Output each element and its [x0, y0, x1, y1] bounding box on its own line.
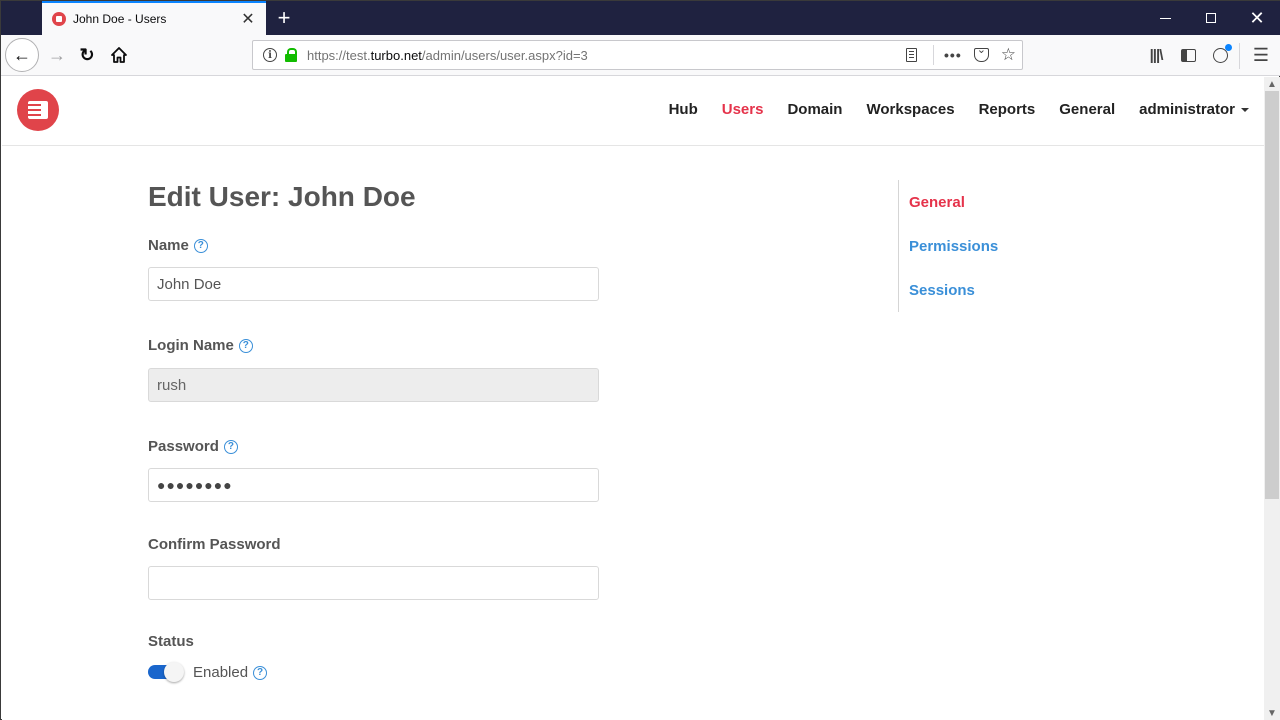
reader-view-icon[interactable] — [901, 45, 921, 65]
arrow-right-icon: → — [48, 44, 66, 65]
name-label: Name ? — [148, 237, 208, 254]
tab-strip: John Doe - Users ✕ + ✕ — [1, 1, 1280, 35]
password-label: Password ? — [148, 438, 238, 455]
toolbar-divider — [1239, 43, 1240, 69]
tab-title: John Doe - Users — [73, 12, 167, 26]
nav-users[interactable]: Users — [722, 101, 764, 118]
logo-icon[interactable] — [17, 89, 59, 131]
nav-hub[interactable]: Hub — [669, 101, 698, 118]
minimize-icon — [1159, 17, 1171, 19]
main-nav: Hub Users Domain Workspaces Reports Gene… — [645, 101, 1249, 118]
site-favicon-icon — [52, 12, 66, 26]
help-icon[interactable]: ? — [253, 665, 268, 680]
info-icon[interactable]: i — [263, 48, 277, 62]
navigation-toolbar: ← → ↻ i https://test.turbo.net/admin/use… — [1, 35, 1280, 76]
vertical-scrollbar[interactable]: ▲ ▼ — [1264, 77, 1280, 720]
status-label-text: Status — [148, 633, 194, 650]
cube-icon — [28, 101, 48, 119]
password-input[interactable]: ●●●●●●●● — [148, 468, 599, 502]
arrow-left-icon: ← — [13, 44, 31, 65]
help-icon[interactable]: ? — [238, 338, 253, 353]
nav-domain[interactable]: Domain — [787, 101, 842, 118]
status-toggle-label: Enabled ? — [193, 664, 268, 681]
url-domain: turbo.net — [370, 47, 422, 63]
url-bar[interactable]: i https://test.turbo.net/admin/users/use… — [252, 40, 1023, 70]
section-nav: General Permissions Sessions — [898, 180, 1098, 312]
page-title: Edit User: John Doe — [148, 181, 416, 212]
new-tab-button[interactable]: + — [271, 5, 297, 31]
section-permissions[interactable]: Permissions — [909, 238, 998, 255]
toggle-knob — [164, 662, 184, 682]
library-icon[interactable]: |||\ — [1140, 39, 1172, 71]
scroll-down-icon[interactable]: ▼ — [1264, 706, 1280, 720]
url-prefix: https://test. — [307, 47, 371, 63]
url-bar-divider — [933, 45, 935, 65]
user-menu[interactable]: administrator — [1139, 101, 1249, 118]
section-sessions[interactable]: Sessions — [909, 282, 975, 299]
scroll-up-icon[interactable]: ▲ — [1264, 77, 1280, 91]
login-name-input: rush — [148, 368, 599, 402]
forward-button[interactable]: → — [41, 39, 73, 71]
url-text[interactable]: https://test.turbo.net/admin/users/user.… — [307, 48, 901, 63]
enabled-text: Enabled — [193, 664, 249, 681]
browser-window: John Doe - Users ✕ + ✕ ← → ↻ i https://t… — [0, 0, 1280, 720]
pocket-icon[interactable] — [973, 43, 989, 62]
site-header: Hub Users Domain Workspaces Reports Gene… — [2, 77, 1264, 146]
sidebar-icon[interactable] — [1172, 39, 1204, 71]
login-name-label-text: Login Name — [148, 337, 234, 354]
home-icon — [111, 47, 127, 63]
password-label-text: Password — [148, 438, 219, 455]
status-toggle[interactable] — [148, 662, 184, 682]
reload-button[interactable]: ↻ — [71, 39, 103, 71]
home-button[interactable] — [103, 39, 135, 71]
caret-down-icon — [1241, 108, 1249, 113]
star-icon[interactable]: ☆ — [1001, 45, 1016, 65]
more-icon[interactable]: ••• — [944, 47, 962, 63]
help-icon[interactable]: ? — [223, 439, 238, 454]
account-icon[interactable] — [1204, 39, 1236, 71]
reload-icon: ↻ — [79, 44, 95, 65]
page-content: Hub Users Domain Workspaces Reports Gene… — [2, 77, 1264, 720]
hamburger-menu-icon[interactable]: ☰ — [1245, 39, 1277, 71]
name-label-text: Name — [148, 237, 189, 254]
status-label: Status — [148, 633, 194, 650]
maximize-icon — [1206, 13, 1216, 23]
nav-reports[interactable]: Reports — [979, 101, 1036, 118]
maximize-window-button[interactable] — [1188, 1, 1234, 35]
close-tab-icon[interactable]: ✕ — [236, 7, 260, 31]
nav-general[interactable]: General — [1059, 101, 1115, 118]
back-button[interactable]: ← — [5, 38, 39, 72]
nav-workspaces[interactable]: Workspaces — [866, 101, 954, 118]
confirm-password-input[interactable] — [148, 566, 599, 600]
lock-icon[interactable] — [285, 48, 297, 62]
browser-tab[interactable]: John Doe - Users ✕ — [42, 1, 266, 35]
login-name-label: Login Name ? — [148, 337, 253, 354]
scrollbar-thumb[interactable] — [1265, 91, 1279, 499]
help-icon[interactable]: ? — [193, 238, 208, 253]
section-general[interactable]: General — [909, 194, 965, 211]
user-menu-label: administrator — [1139, 101, 1235, 118]
confirm-password-label-text: Confirm Password — [148, 536, 281, 553]
confirm-password-label: Confirm Password — [148, 536, 281, 553]
name-input[interactable]: John Doe — [148, 267, 599, 301]
url-path: /admin/users/user.aspx?id=3 — [421, 47, 588, 63]
close-window-button[interactable]: ✕ — [1234, 1, 1280, 35]
minimize-window-button[interactable] — [1142, 1, 1188, 35]
